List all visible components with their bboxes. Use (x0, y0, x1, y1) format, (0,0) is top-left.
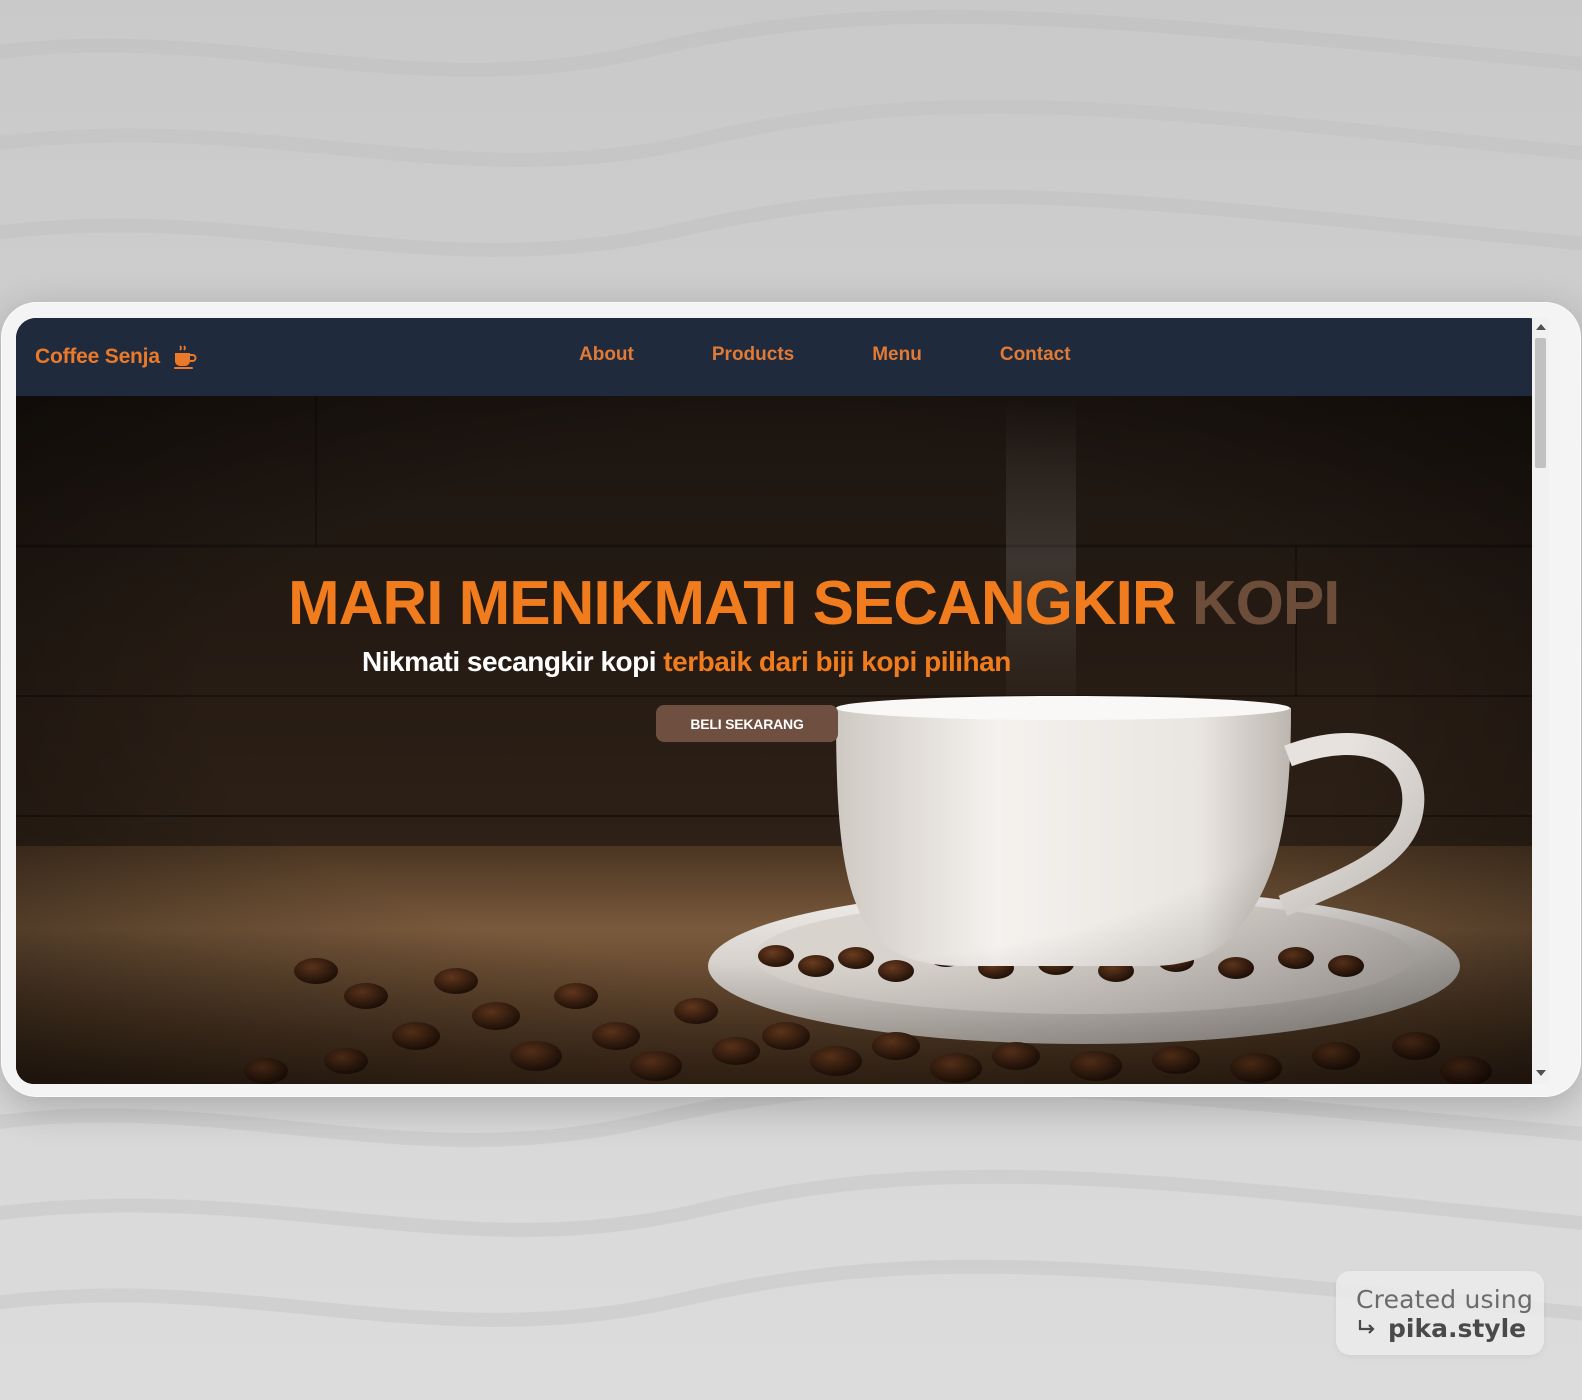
hero-subtitle: Nikmati secangkir kopi terbaik dari biji… (362, 646, 1011, 678)
nav-link-products[interactable]: Products (712, 344, 794, 366)
navbar: Coffee Senja About Products Menu Contact (16, 318, 1548, 396)
hero-subtitle-orange: terbaik dari biji kopi pilihan (663, 646, 1011, 677)
scroll-down-arrow-icon[interactable] (1536, 1070, 1546, 1076)
scrollbar-thumb[interactable] (1535, 338, 1546, 468)
coffee-cup-icon (173, 345, 197, 369)
nav-link-about[interactable]: About (579, 344, 634, 366)
watermark-line1: Created using (1356, 1285, 1534, 1314)
scroll-up-arrow-icon[interactable] (1536, 324, 1546, 330)
watermark-line2: pika.style (1388, 1314, 1527, 1343)
corner-arrow-icon (1358, 1320, 1375, 1334)
nav-links: About Products Menu Contact (579, 344, 1149, 366)
brand-logo[interactable]: Coffee Senja (35, 344, 198, 370)
hero-title-main: MARI MENIKMATI SECANGKIR (288, 569, 1177, 638)
hero-title: MARI MENIKMATI SECANGKIR KOPI (16, 568, 1548, 639)
hero-subtitle-white: Nikmati secangkir kopi (362, 646, 657, 677)
buy-now-button[interactable]: BELI SEKARANG (656, 705, 838, 742)
hero-section: MARI MENIKMATI SECANGKIR KOPI Nikmati se… (16, 396, 1548, 1084)
scrollbar[interactable] (1532, 318, 1549, 1084)
nav-link-menu[interactable]: Menu (872, 344, 922, 366)
brand-name: Coffee Senja (35, 345, 160, 368)
website-viewport: Coffee Senja About Products Menu Contact (16, 318, 1548, 1084)
hero-title-accent: KOPI (1191, 569, 1341, 638)
nav-link-contact[interactable]: Contact (1000, 344, 1071, 366)
watermark-badge: Created using pika.style (1336, 1271, 1544, 1355)
